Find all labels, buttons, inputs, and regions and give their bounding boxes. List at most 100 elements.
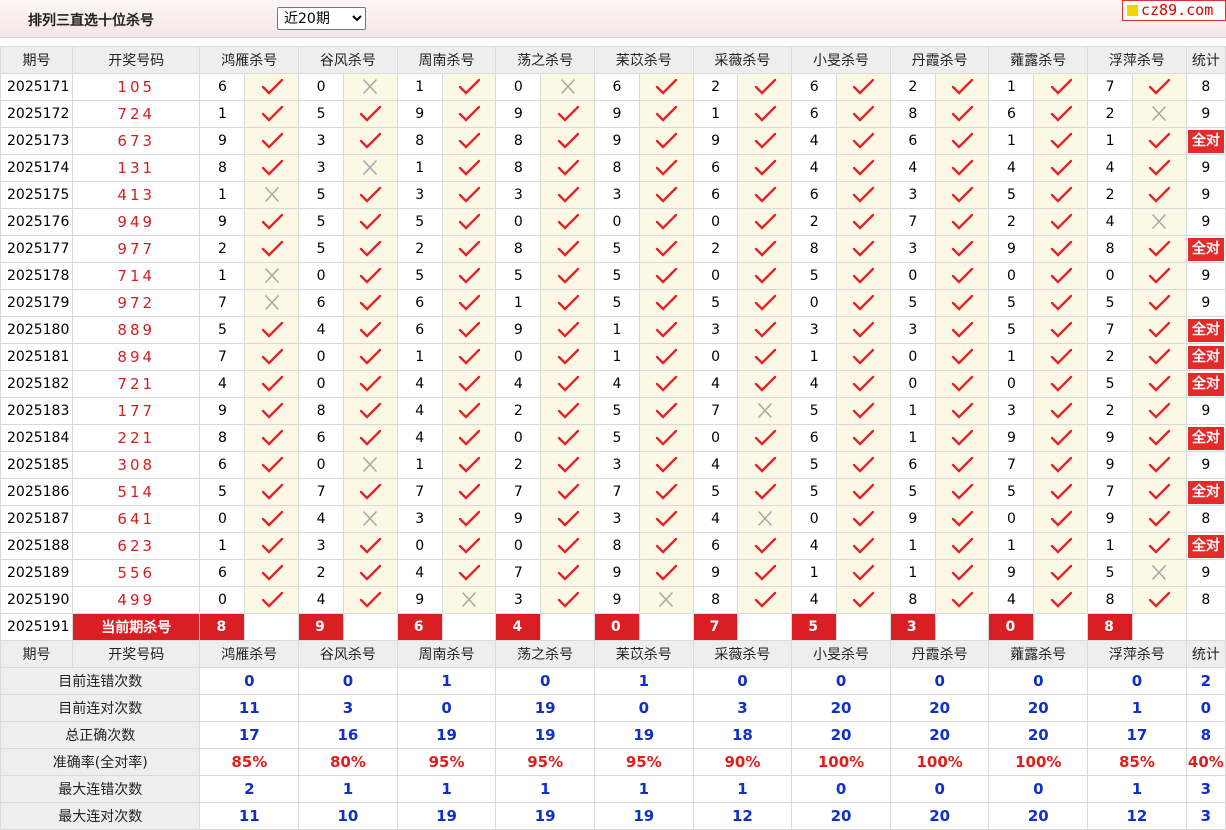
table-row: 2025189 556 6 2 4 7 9 9 1 1 9 5 9 <box>0 559 1226 587</box>
kill-number-cell: 3 <box>889 235 936 263</box>
issue-cell: 2025189 <box>0 559 73 587</box>
summary-value: 12 <box>692 802 793 830</box>
kill-number-cell: 0 <box>593 208 640 236</box>
kill-number-cell: 9 <box>396 586 443 614</box>
kill-number-cell: 1 <box>199 532 246 560</box>
check-icon <box>1048 77 1074 97</box>
kill-number-cell: 9 <box>495 100 542 128</box>
kill-number-cell: 1 <box>396 343 443 371</box>
summary-value: 11 <box>199 802 300 830</box>
kill-number-cell: 9 <box>692 559 739 587</box>
check-icon <box>850 131 876 151</box>
result-mark-cell <box>441 559 497 587</box>
total-cell: 全对 <box>1185 235 1226 263</box>
summary-value: 18 <box>692 721 793 749</box>
check-icon <box>653 131 679 151</box>
kill-number-cell: 5 <box>791 262 838 290</box>
result-mark-cell <box>737 181 793 209</box>
result-mark-cell <box>441 505 497 533</box>
draw-number-cell: 977 <box>71 235 201 263</box>
total-cell: 9 <box>1185 181 1226 209</box>
check-icon <box>949 401 975 421</box>
kill-number-cell: 4 <box>396 370 443 398</box>
check-icon <box>456 293 482 313</box>
page-title: 排列三直选十位杀号 <box>28 13 154 29</box>
kill-number-cell: 0 <box>791 289 838 317</box>
kill-number-cell: 0 <box>298 343 344 371</box>
kill-number-cell: 7 <box>495 559 542 587</box>
draw-number-cell: 413 <box>71 181 201 209</box>
total-cell: 8 <box>1185 505 1226 533</box>
kill-number-cell: 5 <box>298 181 344 209</box>
result-mark-cell <box>638 532 694 560</box>
result-mark-cell <box>540 343 595 371</box>
col-header-expert: 谷风杀号 <box>298 46 398 74</box>
summary-value: 85% <box>1087 748 1187 776</box>
summary-row: 准确率(全对率) 85% 80% 95% 95% 95% 90% 100% 100% 100% 85… <box>0 748 1226 776</box>
result-mark-cell <box>737 154 793 182</box>
check-icon <box>949 77 975 97</box>
result-mark-cell <box>540 154 595 182</box>
result-mark-cell <box>934 478 990 506</box>
summary-value: 0 <box>791 775 891 803</box>
check-icon <box>653 455 679 475</box>
result-mark-cell <box>934 181 990 209</box>
kill-number-cell: 9 <box>1087 424 1133 452</box>
summary-value: 95% <box>593 748 694 776</box>
table-row: 2025179 972 7 6 6 1 5 5 0 5 5 5 9 <box>0 289 1226 317</box>
result-mark-cell <box>836 154 891 182</box>
kill-number-cell: 5 <box>593 424 640 452</box>
check-icon <box>555 509 581 529</box>
kill-number-cell: 9 <box>396 100 443 128</box>
current-kill-number: 8 <box>1087 613 1133 641</box>
draw-number-cell: 623 <box>71 532 201 560</box>
issue-cell: 2025174 <box>0 154 73 182</box>
check-icon <box>259 590 285 610</box>
kill-number-cell: 4 <box>988 154 1035 182</box>
check-icon <box>1048 428 1074 448</box>
check-icon <box>653 212 679 232</box>
result-mark-cell <box>441 262 497 290</box>
kill-number-cell: 3 <box>593 451 640 479</box>
kill-number-cell: 1 <box>396 154 443 182</box>
kill-number-cell: 9 <box>495 505 542 533</box>
summary-total: 0 <box>1185 694 1226 722</box>
summary-total: 3 <box>1185 802 1226 830</box>
draw-number-cell: 714 <box>71 262 201 290</box>
draw-number-cell: 673 <box>71 127 201 155</box>
logo-text: cz89.com <box>1141 1 1214 19</box>
kill-number-cell: 6 <box>593 73 640 101</box>
col-header-expert: 浮萍杀号 <box>1087 46 1187 74</box>
kill-number-cell: 5 <box>1087 289 1133 317</box>
result-mark-cell <box>342 559 398 587</box>
summary-value: 20 <box>791 721 891 749</box>
kill-number-cell: 8 <box>791 235 838 263</box>
result-mark-cell <box>441 343 497 371</box>
result-mark-cell <box>540 478 595 506</box>
table-row: 2025184 221 8 6 4 0 5 0 6 1 9 9 全对 <box>0 424 1226 452</box>
result-mark-cell <box>934 559 990 587</box>
result-mark-cell <box>1033 559 1089 587</box>
kill-number-cell: 4 <box>1087 208 1133 236</box>
summary-value: 80% <box>298 748 398 776</box>
kill-number-cell: 0 <box>692 424 739 452</box>
result-mark-cell <box>540 586 595 614</box>
summary-total: 3 <box>1185 775 1226 803</box>
check-icon <box>357 293 383 313</box>
check-icon <box>555 455 581 475</box>
period-select[interactable]: 近20期 <box>277 7 366 30</box>
check-icon <box>1146 347 1172 367</box>
summary-row: 总正确次数 17 16 19 19 19 18 20 20 20 17 8 <box>0 721 1226 749</box>
check-icon <box>1146 590 1172 610</box>
result-mark-cell <box>441 397 497 425</box>
kill-number-cell: 7 <box>1087 478 1133 506</box>
summary-value: 3 <box>692 694 793 722</box>
result-mark-cell <box>836 73 891 101</box>
kill-number-cell: 7 <box>298 478 344 506</box>
total-cell: 全对 <box>1185 127 1226 155</box>
check-icon <box>259 77 285 97</box>
result-mark-cell <box>1131 127 1187 155</box>
site-logo[interactable]: cz89.com <box>1122 0 1226 21</box>
kill-number-cell: 6 <box>199 451 246 479</box>
result-mark-cell <box>934 316 990 344</box>
